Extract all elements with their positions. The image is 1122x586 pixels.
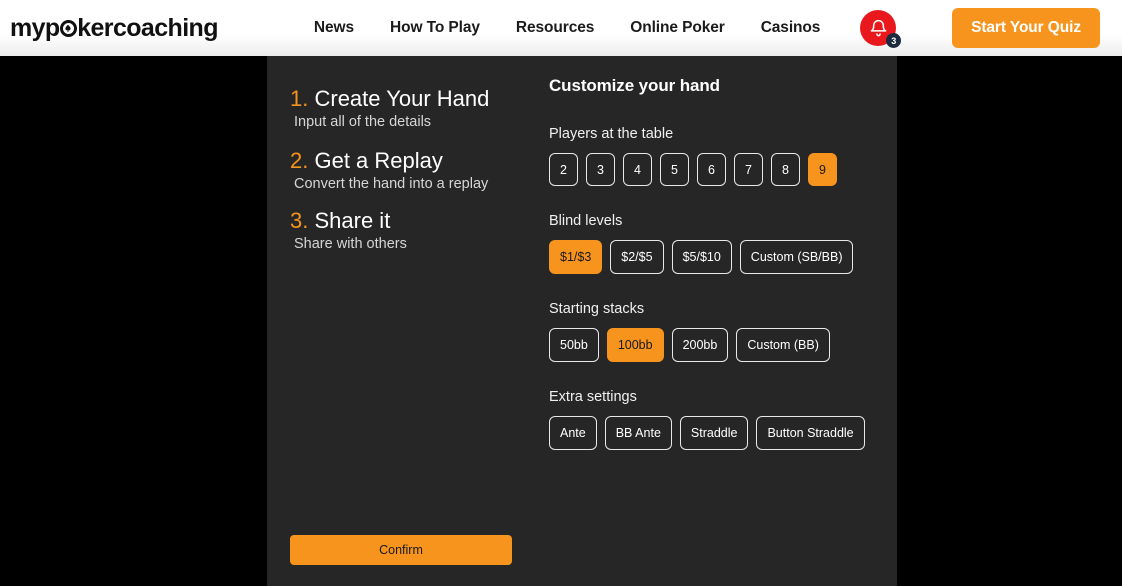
main-nav: News How To Play Resources Online Poker …	[296, 10, 902, 48]
starting-stack-option-custom[interactable]: Custom (BB)	[736, 328, 830, 362]
step-2-title: 2. Get a Replay	[290, 148, 488, 174]
step-3-number: 3.	[290, 208, 309, 233]
blind-level-option-2-5[interactable]: $2/$5	[610, 240, 664, 274]
player-count-option-6[interactable]: 6	[697, 153, 726, 186]
hand-builder-panel: 1. Create Your Hand Input all of the det…	[267, 56, 897, 586]
group-starting-stacks: Starting stacks 50bb 100bb 200bb Custom …	[549, 301, 897, 362]
step-1-number: 1.	[290, 86, 309, 111]
player-count-option-3[interactable]: 3	[586, 153, 615, 186]
group-blind-levels: Blind levels $1/$3 $2/$5 $5/$10 Custom (…	[549, 213, 897, 274]
step-2-subtitle: Convert the hand into a replay	[294, 175, 489, 192]
step-3-subtitle: Share with others	[294, 235, 407, 252]
group-label-players: Players at the table	[549, 126, 674, 142]
site-header: myp kercoaching News How To Play Resource…	[0, 0, 1122, 56]
extra-setting-option-straddle[interactable]: Straddle	[679, 416, 749, 450]
step-1-title: 1. Create Your Hand	[290, 86, 489, 112]
page-title: Customize your hand	[549, 76, 720, 95]
starting-stack-option-100bb[interactable]: 100bb	[606, 328, 664, 362]
steps-column: 1. Create Your Hand Input all of the det…	[267, 56, 542, 586]
logo-text-prefix: myp	[10, 13, 60, 42]
blind-level-option-5-10[interactable]: $5/$10	[671, 240, 732, 274]
blind-level-option-custom[interactable]: Custom (SB/BB)	[739, 240, 854, 274]
step-1-title-text: Create Your Hand	[314, 86, 490, 111]
group-label-starting-stacks: Starting stacks	[549, 301, 645, 317]
player-count-option-2[interactable]: 2	[549, 153, 578, 186]
start-your-quiz-button[interactable]: Start Your Quiz	[952, 8, 1100, 48]
customize-column: Customize your hand Players at the table…	[542, 56, 897, 586]
step-item-2: 2. Get a Replay Convert the hand into a …	[290, 148, 488, 192]
site-logo[interactable]: myp kercoaching	[10, 13, 218, 42]
starting-stack-option-50bb[interactable]: 50bb	[549, 328, 599, 362]
nav-item-how-to-play[interactable]: How To Play	[372, 19, 498, 37]
nav-item-news[interactable]: News	[296, 19, 372, 37]
page-background: 1. Create Your Hand Input all of the det…	[0, 56, 1122, 586]
group-extra-settings: Extra settings Ante BB Ante Straddle But…	[549, 389, 897, 450]
starting-stack-option-200bb[interactable]: 200bb	[671, 328, 729, 362]
blind-level-option-1-3[interactable]: $1/$3	[549, 240, 603, 274]
nav-item-casinos[interactable]: Casinos	[743, 19, 839, 37]
step-item-3: 3. Share it Share with others	[290, 208, 407, 252]
player-count-option-5[interactable]: 5	[660, 153, 689, 186]
group-label-extra-settings: Extra settings	[549, 389, 637, 405]
nav-item-resources[interactable]: Resources	[498, 19, 612, 37]
step-2-number: 2.	[290, 148, 309, 173]
player-count-option-4[interactable]: 4	[623, 153, 652, 186]
options-row-blind-levels: $1/$3 $2/$5 $5/$10 Custom (SB/BB)	[549, 240, 897, 274]
player-count-option-7[interactable]: 7	[734, 153, 763, 186]
step-3-title: 3. Share it	[290, 208, 407, 234]
extra-setting-option-ante[interactable]: Ante	[549, 416, 597, 450]
step-1-subtitle: Input all of the details	[294, 113, 432, 130]
logo-text-suffix: kercoaching	[77, 13, 218, 42]
player-count-option-9[interactable]: 9	[808, 153, 837, 186]
options-row-starting-stacks: 50bb 100bb 200bb Custom (BB)	[549, 328, 897, 362]
step-2-title-text: Get a Replay	[314, 148, 443, 173]
notifications-button[interactable]: 3	[860, 10, 902, 48]
options-row-players: 2 3 4 5 6 7 8 9	[549, 153, 897, 186]
player-count-option-8[interactable]: 8	[771, 153, 800, 186]
step-item-1: 1. Create Your Hand Input all of the det…	[290, 86, 489, 130]
step-3-title-text: Share it	[314, 208, 391, 233]
confirm-button[interactable]: Confirm	[290, 535, 512, 565]
notification-count-badge: 3	[886, 33, 902, 48]
extra-setting-option-bb-ante[interactable]: BB Ante	[604, 416, 672, 450]
options-row-extra-settings: Ante BB Ante Straddle Button Straddle	[549, 416, 897, 450]
extra-setting-option-button-straddle[interactable]: Button Straddle	[756, 416, 865, 450]
spade-in-o-icon	[59, 19, 77, 37]
group-label-blind-levels: Blind levels	[549, 213, 623, 229]
nav-item-online-poker[interactable]: Online Poker	[612, 19, 742, 37]
group-players-at-the-table: Players at the table 2 3 4 5 6 7 8 9	[549, 126, 897, 186]
